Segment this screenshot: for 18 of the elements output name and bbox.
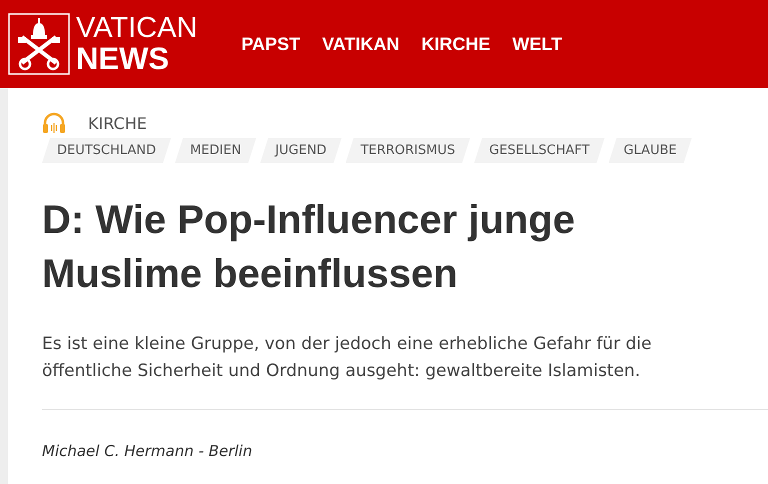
logo-text: VATICAN — [76, 14, 198, 43]
nav-link[interactable]: VATIKAN — [322, 34, 400, 54]
nav-link[interactable]: KIRCHE — [421, 34, 490, 54]
tag-link[interactable]: JUGEND — [260, 138, 342, 163]
tag-link[interactable]: TERRORISMUS — [346, 138, 470, 163]
tag-link[interactable]: GLAUBE — [608, 138, 692, 163]
nav-link[interactable]: PAPST — [241, 34, 300, 54]
article-summary: Es ist eine kleine Gruppe, von der jedoch eine erhebliche Gefahr für die öffentliche Sicherheit und Ordnung ausgeht: gewaltbereite Islamisten. — [42, 333, 653, 383]
section-label: KIRCHE — [88, 114, 147, 132]
headphones-icon[interactable] — [42, 112, 66, 134]
keys-emblem-icon — [8, 13, 70, 75]
tag-link[interactable]: DEUTSCHLAND — [42, 138, 171, 163]
author-line: Michael C. Hermann - Berlin — [42, 442, 254, 460]
article-title: D: Wie Pop-Influencer junge Muslime beeinflussen — [42, 197, 576, 298]
nav-link[interactable]: WELT — [512, 34, 562, 54]
logo-text: NEWS — [76, 43, 170, 74]
tag-link[interactable]: GESELLSCHAFT — [474, 138, 605, 163]
tag-link[interactable]: MEDIEN — [174, 138, 256, 163]
